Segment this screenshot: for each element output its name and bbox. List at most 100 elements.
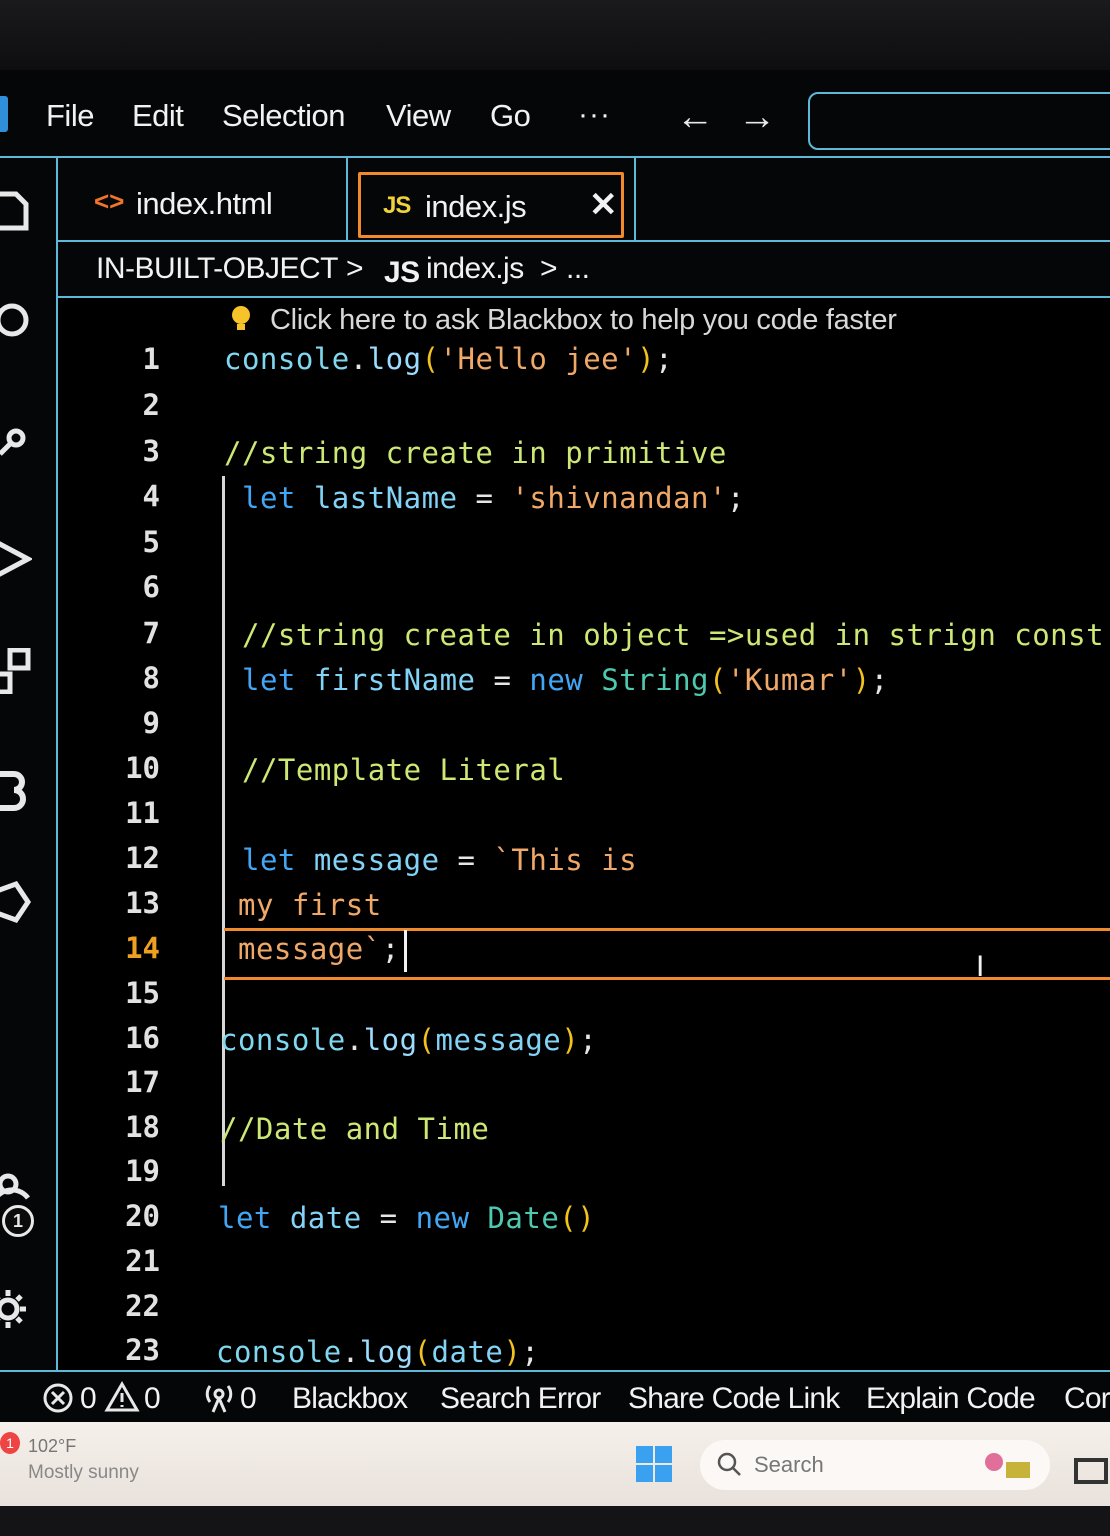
tab-index-js[interactable]: JS index.js ✕ — [358, 172, 624, 238]
taskbar-search[interactable]: Search — [700, 1440, 1050, 1490]
command-center-search[interactable] — [808, 92, 1110, 150]
broadcast-icon[interactable] — [202, 1380, 236, 1414]
error-icon[interactable] — [42, 1382, 74, 1414]
code-token: Date — [469, 1201, 560, 1235]
blackbox-extension-icon[interactable] — [0, 768, 32, 814]
warning-icon[interactable] — [104, 1380, 140, 1414]
code-token: = — [361, 1201, 416, 1235]
status-explain-code[interactable]: Explain Code — [866, 1382, 1036, 1416]
mouse-ibeam-cursor: I — [976, 950, 985, 983]
line-number-active: 14 — [125, 931, 160, 965]
menu-edit[interactable]: Edit — [132, 98, 184, 134]
breadcrumb-file[interactable]: index.js — [426, 252, 524, 286]
code-token: ) — [561, 1023, 580, 1057]
code-line-4: let lastName = 'shivnandan'; — [242, 481, 745, 515]
menu-more-icon[interactable]: ··· — [578, 98, 611, 132]
breadcrumb-symbols[interactable]: ... — [566, 252, 590, 286]
forward-arrow-icon[interactable]: → — [738, 96, 776, 139]
code-line-12: let message = `This is — [242, 843, 637, 877]
run-debug-icon[interactable] — [0, 536, 32, 582]
remote-explorer-icon[interactable] — [0, 880, 32, 926]
code-token: firstName — [295, 663, 476, 697]
menu-view[interactable]: View — [386, 98, 451, 134]
back-arrow-icon[interactable]: ← — [676, 96, 714, 139]
source-control-icon[interactable] — [0, 420, 32, 466]
code-line-3: //string create in primitive — [224, 436, 727, 470]
code-token: message — [435, 1023, 562, 1057]
line-number: 4 — [142, 479, 160, 513]
status-share-code-link[interactable]: Share Code Link — [628, 1382, 840, 1416]
menu-file[interactable]: File — [46, 98, 94, 134]
code-token: let — [242, 663, 296, 697]
line-number: 5 — [142, 525, 160, 559]
line-number: 19 — [125, 1154, 160, 1188]
code-token: message` — [238, 932, 382, 966]
code-token: let — [218, 1201, 272, 1235]
explorer-icon[interactable] — [0, 188, 32, 234]
code-line-13: my first — [238, 888, 382, 922]
close-icon[interactable]: ✕ — [589, 185, 618, 225]
monitor-bezel-top — [0, 0, 1110, 70]
code-line-18: //Date and Time — [220, 1112, 490, 1146]
line-number: 21 — [125, 1244, 160, 1278]
line-number: 11 — [125, 796, 160, 830]
code-token: log — [359, 1335, 414, 1369]
menu-selection[interactable]: Selection — [222, 98, 346, 134]
status-blackbox[interactable]: Blackbox — [292, 1382, 408, 1416]
monitor-bezel-bottom — [0, 1506, 1110, 1536]
code-line-16: console.log(message); — [220, 1023, 597, 1057]
code-token: ; — [655, 342, 674, 376]
vscode-logo-icon — [0, 96, 8, 132]
search-icon — [717, 1452, 741, 1476]
line-number: 20 — [125, 1199, 160, 1233]
menu-go[interactable]: Go — [490, 98, 531, 134]
code-token: ( — [413, 1335, 432, 1369]
code-token: log — [363, 1023, 418, 1057]
code-token: ) — [852, 663, 871, 697]
line-number: 2 — [142, 388, 160, 422]
code-line-8: let firstName = new String('Kumar'); — [242, 663, 889, 697]
warning-count[interactable]: 0 — [144, 1382, 161, 1416]
code-token: ( — [709, 663, 727, 697]
code-token: new — [415, 1201, 470, 1235]
status-search-error[interactable]: Search Error — [440, 1382, 601, 1416]
code-token: . — [349, 342, 368, 376]
task-view-icon[interactable] — [1072, 1456, 1110, 1484]
code-token: ( — [421, 342, 440, 376]
tab-label: index.js — [425, 189, 527, 224]
line-number: 3 — [142, 434, 160, 468]
code-token: ; — [381, 932, 400, 966]
code-line-14: message`; — [238, 932, 400, 966]
error-count[interactable]: 0 — [80, 1382, 97, 1416]
chevron-right-icon: > — [540, 252, 558, 285]
code-token: date — [271, 1201, 362, 1235]
weather-temperature[interactable]: 102°F — [28, 1436, 76, 1457]
status-more-item[interactable]: Cor — [1064, 1382, 1110, 1416]
breadcrumb-folder[interactable]: IN-BUILT-OBJECT — [96, 252, 338, 286]
code-token: String — [583, 663, 709, 697]
code-line-20: let date = new Date() — [218, 1201, 595, 1235]
code-token: log — [367, 342, 422, 376]
tab-index-html[interactable]: <> index.html — [58, 158, 348, 240]
code-editor[interactable]: Click here to ask Blackbox to help you c… — [58, 298, 1110, 1370]
blackbox-hint[interactable]: Click here to ask Blackbox to help you c… — [270, 304, 897, 337]
ports-count[interactable]: 0 — [240, 1382, 257, 1416]
line-number: 7 — [142, 616, 160, 650]
code-token: console — [216, 1335, 342, 1369]
windows-taskbar: 1 102°F Mostly sunny Search — [0, 1422, 1110, 1506]
chevron-right-icon: > — [346, 252, 364, 285]
search-icon[interactable] — [0, 298, 32, 344]
extensions-icon[interactable] — [0, 648, 32, 694]
gear-icon[interactable] — [0, 1286, 32, 1332]
windows-start-icon[interactable] — [636, 1446, 672, 1482]
code-token: ) — [637, 342, 656, 376]
code-token: date — [431, 1335, 504, 1369]
tab-label: index.html — [136, 186, 273, 221]
weather-condition[interactable]: Mostly sunny — [28, 1462, 139, 1484]
taskbar-search-placeholder: Search — [754, 1452, 824, 1477]
weather-alert-badge: 1 — [0, 1432, 20, 1454]
line-number: 10 — [125, 751, 160, 785]
code-line-1: console.log('Hello jee'); — [224, 342, 673, 376]
code-token: . — [345, 1023, 364, 1057]
code-token: 'Kumar' — [726, 663, 853, 697]
